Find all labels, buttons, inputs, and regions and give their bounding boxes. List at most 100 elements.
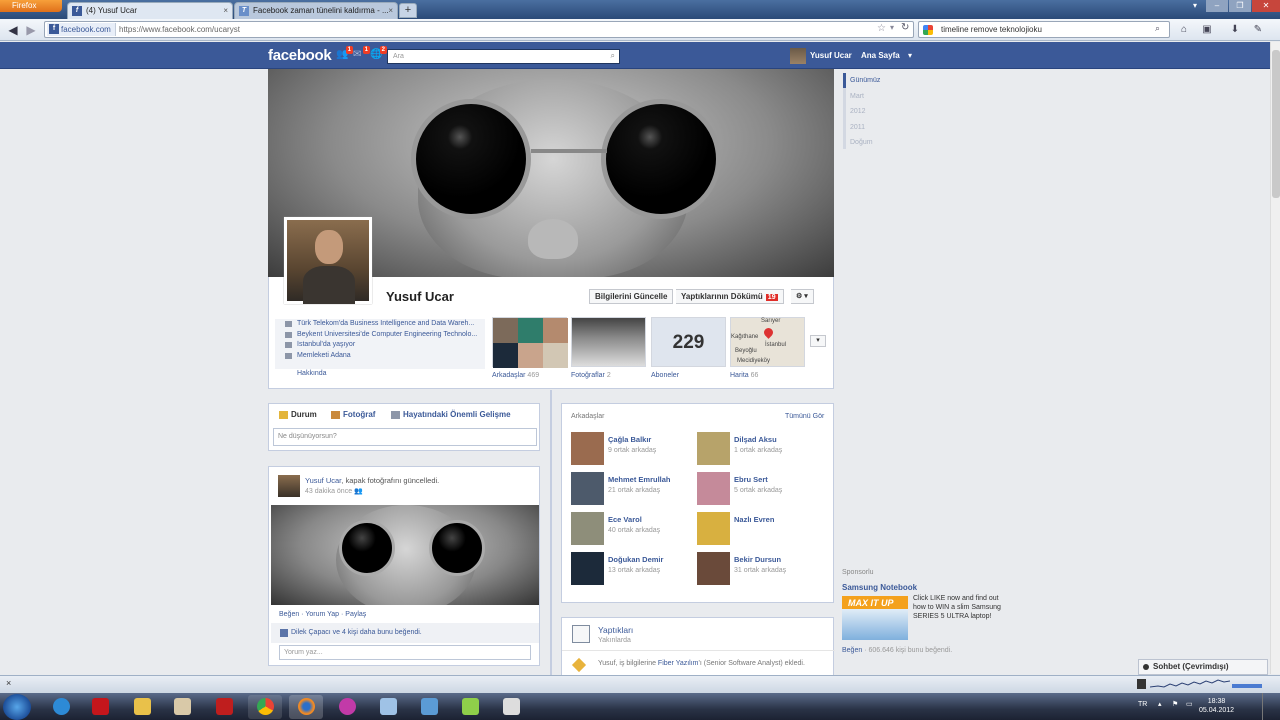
- home-icon[interactable]: ⌂: [1176, 22, 1192, 38]
- info-row-hometown[interactable]: Memleketi Adana: [275, 351, 485, 362]
- virtualbox-icon[interactable]: [371, 695, 405, 719]
- friend-item[interactable]: Nazlı Evren: [697, 512, 827, 548]
- zynga-icon[interactable]: [83, 695, 117, 719]
- post-timestamp[interactable]: 43 dakika önce 👥: [305, 487, 363, 495]
- composer-tab-life-event[interactable]: Hayatındaki Önemli Gelişme: [391, 408, 511, 422]
- composer-tab-photo[interactable]: Fotoğraf: [331, 408, 375, 422]
- friends-app-tile[interactable]: [492, 317, 568, 368]
- update-info-button[interactable]: Bilgilerini Güncelle: [589, 289, 674, 304]
- friend-name[interactable]: Çağla Balkır: [608, 435, 651, 444]
- friend-avatar[interactable]: [697, 552, 730, 585]
- comment-input[interactable]: Yorum yaz...: [279, 645, 531, 660]
- friends-app-label[interactable]: Arkadaşlar 469: [492, 372, 539, 379]
- addon-icon[interactable]: ▣: [1199, 22, 1215, 38]
- post-likes[interactable]: Dilek Çapacı ve 4 kişi daha bunu beğendi…: [271, 623, 539, 643]
- search-icon[interactable]: ⌕: [611, 51, 615, 61]
- friend-requests-icon[interactable]: 👥 1: [336, 46, 353, 61]
- audience-icon[interactable]: 👥: [354, 488, 363, 495]
- friend-avatar[interactable]: [697, 472, 730, 505]
- profile-picture[interactable]: [284, 217, 372, 304]
- subscribers-app-tile[interactable]: 229: [651, 317, 726, 367]
- friend-name[interactable]: Dilşad Aksu: [734, 435, 777, 444]
- firefox-menu-button[interactable]: Firefox: [0, 0, 62, 12]
- reload-icon[interactable]: ↻: [901, 22, 909, 33]
- notepad-icon[interactable]: [453, 695, 487, 719]
- friend-avatar[interactable]: [571, 432, 604, 465]
- network-tray-icon[interactable]: ▭: [1186, 700, 1193, 708]
- friend-avatar[interactable]: [571, 552, 604, 585]
- friend-item[interactable]: Dilşad Aksu 1 ortak arkadaş: [697, 432, 827, 468]
- tab-facebook-profile[interactable]: f (4) Yusuf Ucar ×: [67, 2, 233, 19]
- map-app-tile[interactable]: Sarıyer Kağıthane İstanbul Beyoğlu Mecid…: [730, 317, 805, 367]
- subscribers-app-label[interactable]: Aboneler: [651, 372, 679, 379]
- scrubber-item-2012[interactable]: 2012: [850, 108, 866, 115]
- search-engine-input[interactable]: timeline remove teknolojioku: [941, 22, 1042, 37]
- scrubber-item-born[interactable]: Doğum: [850, 139, 873, 146]
- settings-gear-icon[interactable]: ⚙ ▾: [791, 289, 814, 304]
- avatar[interactable]: [278, 475, 300, 497]
- restore-button[interactable]: ❐: [1229, 0, 1251, 12]
- info-row-lives[interactable]: İstanbul'da yaşıyor: [275, 340, 485, 351]
- friend-name[interactable]: Nazlı Evren: [734, 515, 774, 524]
- language-indicator[interactable]: TR: [1138, 701, 1147, 708]
- scrubber-item-2011[interactable]: 2011: [850, 124, 865, 131]
- bookmark-star-icon[interactable]: ☆: [877, 23, 886, 34]
- friend-avatar[interactable]: [571, 512, 604, 545]
- ad-title[interactable]: Samsung Notebook: [842, 583, 917, 592]
- tray-arrow-icon[interactable]: ▴: [1158, 700, 1162, 708]
- url-text[interactable]: https://www.facebook.com/ucaryst: [119, 22, 240, 37]
- tab-list-chevron-icon[interactable]: ▾: [1184, 0, 1206, 12]
- activity-company-link[interactable]: Fiber Yazılım: [658, 660, 699, 667]
- scrollbar-thumb[interactable]: [1272, 50, 1280, 198]
- firefox-icon[interactable]: [289, 695, 323, 719]
- post-image[interactable]: [271, 505, 539, 605]
- friend-item[interactable]: Ebru Sert 5 ortak arkadaş: [697, 472, 827, 508]
- chat-bar[interactable]: Sohbet (Çevrimdışı): [1138, 659, 1268, 675]
- file-explorer-icon[interactable]: [125, 695, 159, 719]
- friend-name[interactable]: Bekir Dursun: [734, 555, 781, 564]
- page-scrollbar[interactable]: [1270, 42, 1280, 674]
- post-actions[interactable]: Beğen · Yorum Yap · Paylaş: [279, 611, 366, 618]
- friend-name[interactable]: Doğukan Demir: [608, 555, 663, 564]
- activity-title[interactable]: Yaptıkları: [598, 625, 633, 635]
- back-arrow-icon[interactable]: ◀: [5, 22, 21, 38]
- ad-like-button[interactable]: Beğen: [842, 647, 862, 654]
- composer-tab-status[interactable]: Durum: [279, 408, 317, 422]
- close-tab-icon[interactable]: ×: [223, 3, 228, 19]
- filezilla-icon[interactable]: [207, 695, 241, 719]
- app-icon[interactable]: [330, 695, 364, 719]
- photos-app-label[interactable]: Fotoğraflar 2: [571, 372, 611, 379]
- network-app-icon[interactable]: [412, 695, 446, 719]
- close-tab-icon[interactable]: ×: [388, 3, 393, 19]
- facebook-logo[interactable]: facebook: [268, 47, 332, 64]
- show-desktop-button[interactable]: [1262, 693, 1280, 720]
- new-tab-button[interactable]: +: [399, 3, 417, 18]
- url-bar[interactable]: f facebook.com https://www.facebook.com/u…: [44, 21, 914, 38]
- friend-avatar[interactable]: [697, 432, 730, 465]
- friend-item[interactable]: Mehmet Emrullah 21 ortak arkadaş: [571, 472, 701, 508]
- extension-icon[interactable]: ✎: [1250, 22, 1266, 38]
- info-row-education[interactable]: Beykent Üniversitesi'de Computer Enginee…: [275, 330, 485, 341]
- start-button[interactable]: [3, 694, 31, 720]
- activity-log-button[interactable]: Yaptıklarının Dökümü 19: [676, 289, 784, 304]
- search-icon[interactable]: ⌕: [1155, 23, 1160, 34]
- friend-avatar[interactable]: [571, 472, 604, 505]
- header-profile-link[interactable]: Yusuf Ucar: [790, 48, 852, 64]
- minimize-button[interactable]: –: [1206, 0, 1228, 12]
- scrubber-item-now[interactable]: Günümüz: [850, 77, 880, 84]
- internet-explorer-icon[interactable]: [44, 695, 78, 719]
- composer-input[interactable]: Ne düşünüyorsun?: [273, 428, 537, 446]
- friend-item[interactable]: Çağla Balkır 9 ortak arkadaş: [571, 432, 701, 468]
- see-all-link[interactable]: Tümünü Gör: [785, 413, 824, 420]
- friend-name[interactable]: Ece Varol: [608, 515, 642, 524]
- dropdown-arrow-icon[interactable]: ▾: [890, 23, 894, 32]
- downloads-icon[interactable]: ⬇: [1227, 22, 1243, 38]
- friend-avatar[interactable]: [697, 512, 730, 545]
- post-author-link[interactable]: Yusuf Ucar: [305, 476, 341, 485]
- flag-icon[interactable]: ⚑: [1172, 700, 1178, 708]
- messages-icon[interactable]: ✉ 1: [353, 46, 370, 61]
- photos-app-tile[interactable]: [571, 317, 646, 367]
- friend-name[interactable]: Ebru Sert: [734, 475, 768, 484]
- close-icon[interactable]: ×: [6, 678, 11, 688]
- google-icon[interactable]: [923, 25, 933, 35]
